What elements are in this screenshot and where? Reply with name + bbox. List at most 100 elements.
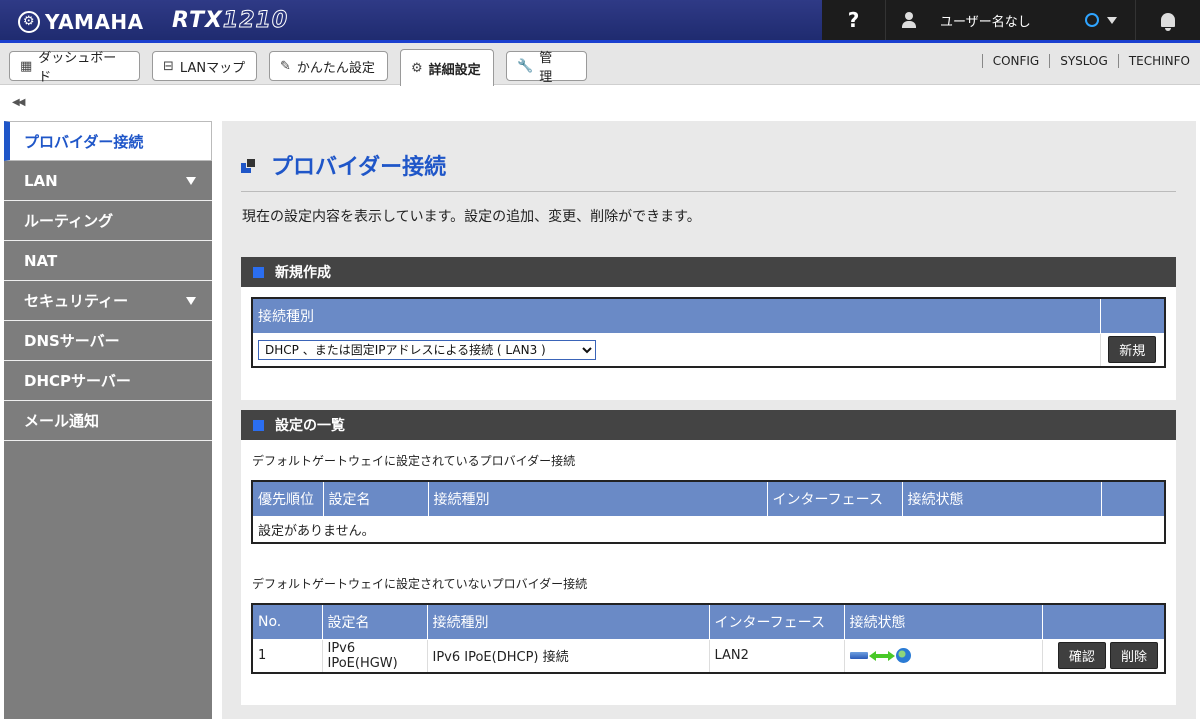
section-bullet-icon (253, 266, 264, 278)
top-links: CONFIG SYSLOG TECHINFO (981, 54, 1200, 68)
user-icon (902, 12, 916, 28)
section-title: 設定の一覧 (275, 418, 345, 434)
other-connection-table: No. 設定名 接続種別 インターフェース 接続状態 1 IPv6 IPoE(H… (251, 603, 1166, 674)
sidebar: プロバイダー接続 LAN ルーティング NAT セキュリティー DNSサーバー … (4, 121, 212, 719)
column-header-empty (1099, 297, 1166, 334)
page-title: プロバイダー接続 (271, 155, 447, 180)
column-header: 設定名 (322, 480, 429, 517)
sidebar-item-label: NAT (24, 251, 58, 270)
brand-name: YAMAHA (45, 9, 144, 34)
title-divider (241, 191, 1176, 192)
connection-type-select[interactable]: DHCP 、または固定IPアドレスによる接続 ( LAN3 ) (258, 339, 596, 360)
yamaha-emblem-icon: ⚙ (18, 10, 40, 33)
wizard-icon: ✎ (280, 58, 291, 74)
triangle-down-icon (186, 297, 196, 305)
page-description: 現在の設定内容を表示しています。設定の追加、変更、削除ができます。 (242, 209, 701, 225)
column-header: 接続種別 (251, 297, 1101, 334)
model-name: RTX1210 (172, 8, 289, 34)
section-list-header: 設定の一覧 (241, 410, 1176, 440)
sidebar-item-nat[interactable]: NAT (4, 241, 212, 281)
column-header: インターフェース (708, 603, 845, 640)
tab-label: ダッシュボード (38, 51, 117, 85)
confirm-button[interactable]: 確認 (1057, 642, 1106, 670)
column-header: 接続種別 (427, 480, 768, 517)
chevron-down-icon[interactable] (1106, 16, 1117, 24)
dashboard-icon: ▦ (20, 58, 33, 74)
non-default-caption: デフォルトゲートウェイに設定されていないプロバイダー接続 (252, 577, 588, 591)
sidebar-item-label: DNSサーバー (24, 332, 120, 350)
triangle-down-icon (186, 177, 196, 185)
row-status (843, 639, 1042, 673)
sidebar-item-dns[interactable]: DNSサーバー (4, 321, 212, 361)
section-title: 新規作成 (275, 265, 331, 281)
column-header: 接続種別 (426, 603, 710, 640)
page-title-icon (241, 158, 257, 174)
help-button[interactable]: ? (822, 0, 886, 40)
wrench-icon: 🔧 (517, 58, 534, 74)
column-header: インターフェース (766, 480, 903, 517)
sidebar-item-label: DHCPサーバー (24, 372, 131, 390)
tab-lan-map[interactable]: ⊟ LANマップ (152, 51, 257, 81)
syslog-link[interactable]: SYSLOG (1049, 54, 1118, 68)
status-ring-icon (1084, 13, 1099, 27)
sidebar-item-lan[interactable]: LAN (4, 161, 212, 201)
bell-icon (1161, 13, 1175, 31)
notification-button[interactable] (1136, 0, 1200, 40)
sidebar-item-provider[interactable]: プロバイダー接続 (4, 121, 212, 161)
row-type: IPv6 IPoE(DHCP) 接続 (426, 639, 709, 673)
row-actions: 確認 削除 (1041, 639, 1165, 673)
row-interface: LAN2 (708, 639, 844, 673)
user-menu[interactable]: ユーザー名なし (886, 0, 1136, 40)
config-link[interactable]: CONFIG (981, 54, 1050, 68)
main-content: プロバイダー接続 現在の設定内容を表示しています。設定の追加、変更、削除ができま… (222, 121, 1196, 719)
sidebar-item-label: ルーティング (24, 212, 114, 230)
sidebar-item-dhcp[interactable]: DHCPサーバー (4, 361, 212, 401)
column-header: No. (251, 603, 323, 640)
sidebar-item-label: LAN (24, 171, 58, 190)
tab-advanced-settings[interactable]: ⚙ 詳細設定 (400, 49, 494, 86)
default-gateway-caption: デフォルトゲートウェイに設定されているプロバイダー接続 (252, 454, 576, 468)
section-new-header: 新規作成 (241, 257, 1176, 287)
column-header-empty (1100, 480, 1166, 517)
sidebar-item-mail[interactable]: メール通知 (4, 401, 212, 441)
sidebar-item-security[interactable]: セキュリティー (4, 281, 212, 321)
gear-icon: ⚙ (411, 60, 423, 76)
header-tools: ? ユーザー名なし (822, 0, 1200, 40)
techinfo-link[interactable]: TECHINFO (1117, 54, 1200, 68)
tab-label: かんたん設定 (296, 60, 375, 76)
column-header: 接続状態 (901, 480, 1102, 517)
tab-dashboard[interactable]: ▦ ダッシュボード (9, 51, 140, 85)
sidebar-item-label: メール通知 (24, 412, 100, 430)
column-header: 接続状態 (843, 603, 1043, 640)
delete-button[interactable]: 削除 (1109, 642, 1158, 670)
column-header-empty (1041, 603, 1166, 640)
column-header: 設定名 (321, 603, 428, 640)
model-number: 1210 (222, 8, 289, 34)
default-connection-table: 優先順位 設定名 接続種別 インターフェース 接続状態 設定がありません。 (251, 480, 1166, 544)
user-name: ユーザー名なし (940, 14, 1031, 30)
new-button-cell: 新規 (1099, 333, 1165, 367)
connection-status-graphic (849, 648, 1037, 664)
brand-logo: ⚙ YAMAHA (18, 10, 144, 34)
tab-label: 管 理 (539, 51, 566, 85)
tab-label: 詳細設定 (428, 62, 481, 78)
column-header: 優先順位 (251, 480, 324, 517)
model-prefix: RTX (172, 8, 223, 33)
tab-management[interactable]: 🔧 管 理 (506, 51, 587, 85)
lan-map-icon: ⊟ (163, 58, 174, 74)
sidebar-item-routing[interactable]: ルーティング (4, 201, 212, 241)
tab-easy-setup[interactable]: ✎ かんたん設定 (269, 51, 388, 81)
top-header: ⚙ YAMAHA RTX1210 ? ユーザー名なし (0, 0, 1200, 43)
empty-message: 設定がありません。 (251, 516, 1165, 543)
collapse-sidebar-icon[interactable]: ◀◀ (12, 97, 25, 108)
globe-icon (895, 648, 911, 664)
connection-type-cell: DHCP 、または固定IPアドレスによる接続 ( LAN3 ) (251, 333, 1100, 367)
section-bullet-icon (253, 419, 264, 431)
section-new-body: 接続種別 DHCP 、または固定IPアドレスによる接続 ( LAN3 ) 新規 (241, 287, 1176, 400)
router-icon (849, 652, 868, 660)
table-row: 1 IPv6 IPoE(HGW) IPv6 IPoE(DHCP) 接続 LAN2… (251, 639, 1165, 673)
new-button[interactable]: 新規 (1108, 336, 1157, 364)
tab-label: LANマップ (179, 60, 246, 76)
new-connection-table: 接続種別 DHCP 、または固定IPアドレスによる接続 ( LAN3 ) 新規 (251, 297, 1166, 368)
section-list-body: デフォルトゲートウェイに設定されているプロバイダー接続 優先順位 設定名 接続種… (241, 440, 1176, 705)
